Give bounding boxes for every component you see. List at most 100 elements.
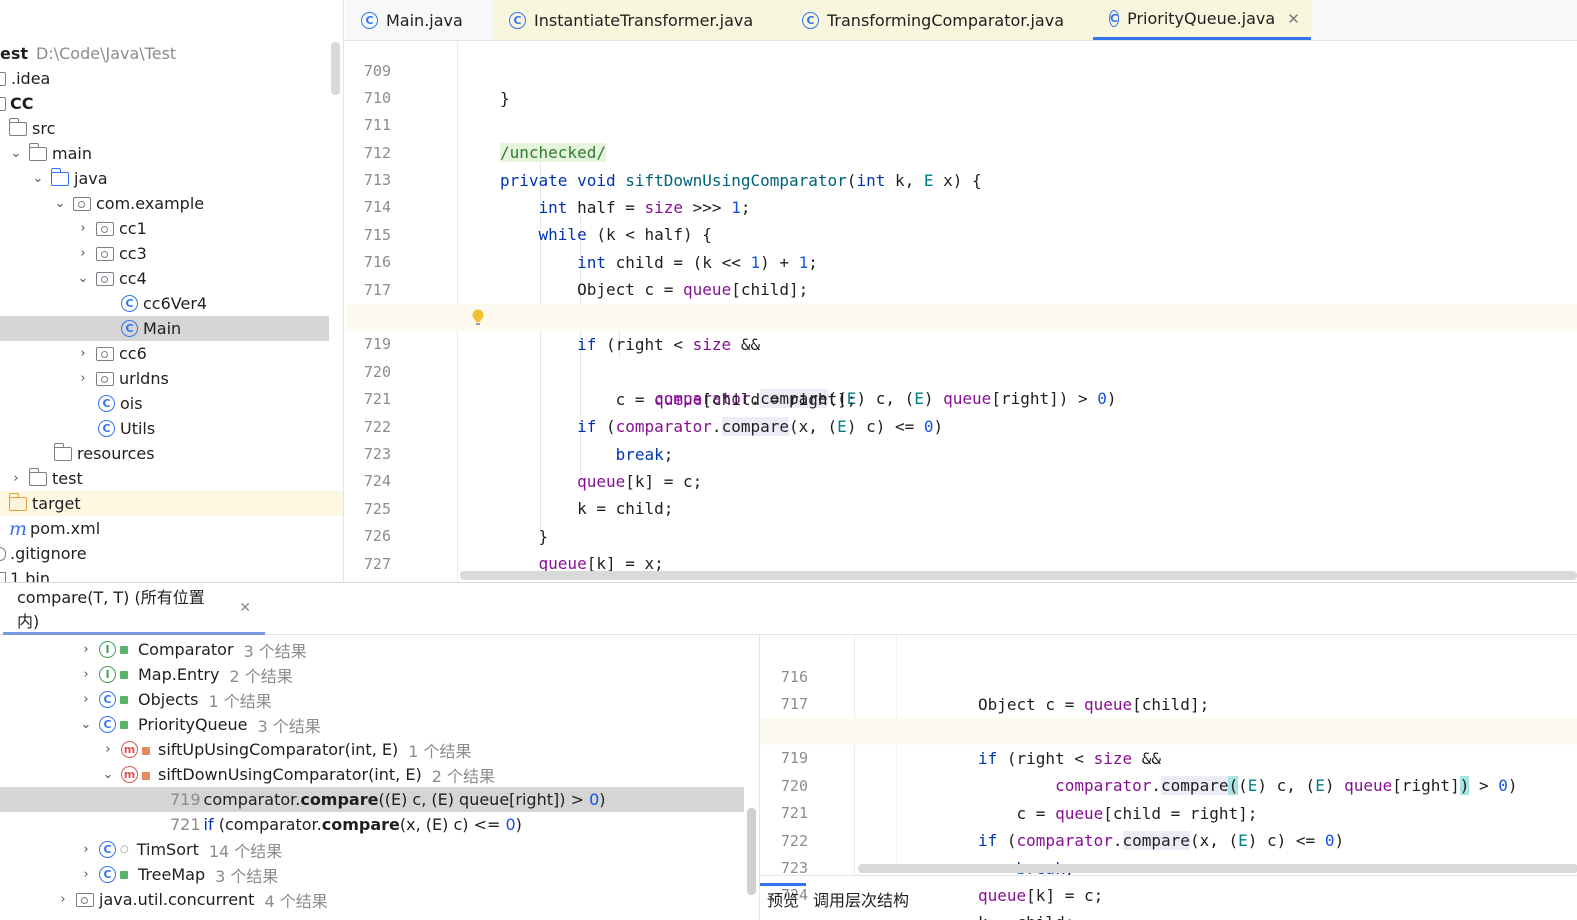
result-node-map-entry[interactable]: › I Map.Entry 2 个结果	[0, 662, 758, 687]
public-icon	[120, 645, 128, 654]
tab-label: InstantiateTransformer.java	[534, 10, 754, 30]
result-label: siftDownUsingComparator(int, E)	[158, 765, 422, 784]
result-node-timsort[interactable]: › C ○ TimSort 14 个结果	[0, 837, 758, 862]
tree-item-gitignore[interactable]: .gitignore	[0, 541, 343, 566]
chevron-right-icon[interactable]: ›	[79, 867, 93, 882]
tree-item-cc6[interactable]: › cc6	[0, 341, 343, 366]
result-node-objects[interactable]: › C Objects 1 个结果	[0, 687, 758, 712]
tree-item-root[interactable]: est D:\Code\Java\Test	[0, 41, 343, 66]
resources-folder-icon	[53, 442, 72, 461]
class-icon: C	[99, 841, 116, 858]
tree-item-label: cc6Ver4	[143, 294, 208, 313]
tab-call-hierarchy[interactable]: 调用层次结构	[806, 887, 916, 911]
result-node-priority-queue[interactable]: ⌄ C PriorityQueue 3 个结果	[0, 712, 758, 737]
tree-item-cc6ver4[interactable]: C cc6Ver4	[0, 291, 343, 316]
chevron-down-icon[interactable]: ⌄	[53, 196, 67, 211]
tab-instantiate-transformer[interactable]: C InstantiateTransformer.java	[493, 0, 791, 40]
class-icon: C	[802, 11, 819, 29]
tree-item-label: Utils	[120, 419, 156, 438]
preview-horizontal-scrollbar[interactable]	[858, 864, 1577, 873]
preview-line: 717 int right = child + 1;	[760, 664, 1577, 741]
result-usage-719[interactable]: 719 comparator. compare ((E) c, (E) queue[…	[0, 787, 744, 812]
tree-item-cc1[interactable]: › cc1	[0, 216, 343, 241]
tree-item-main-class[interactable]: C Main	[0, 316, 329, 341]
tree-item-utils[interactable]: C Utils	[0, 416, 343, 441]
chevron-down-icon[interactable]: ⌄	[79, 717, 93, 732]
tree-item-resources[interactable]: resources	[0, 441, 343, 466]
tab-preview[interactable]: 预览	[760, 882, 807, 911]
code-line: 711 /unchecked/	[345, 85, 1577, 162]
result-node-siftup[interactable]: › m siftUpUsingComparator(int, E) 1 个结果	[0, 737, 758, 762]
result-usage-721[interactable]: 721 if (comparator. compare (x, (E) c) <= …	[0, 812, 758, 837]
result-node-treemap[interactable]: › C TreeMap 3 个结果	[0, 862, 758, 887]
tab-transforming-comparator[interactable]: C TransformingComparator.java	[786, 0, 1093, 40]
usage-text-match: compare	[321, 815, 400, 834]
chevron-right-icon[interactable]: ›	[76, 221, 90, 236]
result-label: TimSort	[136, 840, 199, 859]
bulb-icon[interactable]	[471, 309, 485, 326]
result-node-comparator[interactable]: › I Comparator 3 个结果	[0, 637, 758, 662]
code-line: 715 int child = (k << 1) + 1;	[345, 195, 1577, 272]
tree-item-main[interactable]: ⌄ main	[0, 141, 343, 166]
tab-priority-queue[interactable]: C PriorityQueue.java ✕	[1093, 0, 1311, 40]
tree-item-urldns[interactable]: › urldns	[0, 366, 343, 391]
tree-item-pom[interactable]: m pom.xml	[0, 516, 343, 541]
tree-item-ois[interactable]: C ois	[0, 391, 343, 416]
result-node-java-util-concurrent[interactable]: › java.util.concurrent 4 个结果	[0, 887, 758, 912]
tree-item-cc[interactable]: CC	[0, 91, 343, 116]
find-header: compare(T, T) (所有位置 内) ✕	[0, 583, 1577, 635]
code-line: 723 queue[k] = c;	[345, 414, 1577, 491]
preview-line-current: 719 comparator.compare((E) c, (E) queue[…	[760, 718, 1577, 795]
code-editor[interactable]: 709 } 710 711 /unchecked/ 712 private vo…	[345, 41, 1577, 582]
tree-item-com-example[interactable]: ⌄ com.example	[0, 191, 343, 216]
tree-item-test[interactable]: › test	[0, 466, 343, 491]
tree-item-cc3[interactable]: › cc3	[0, 241, 343, 266]
tree-item-label: cc3	[119, 244, 147, 263]
chevron-right-icon[interactable]: ›	[79, 842, 93, 857]
close-icon[interactable]: ✕	[1287, 10, 1300, 28]
chevron-right-icon[interactable]: ›	[76, 371, 90, 386]
tab-label: TransformingComparator.java	[827, 10, 1064, 30]
folder-icon	[8, 117, 27, 136]
chevron-down-icon[interactable]: ⌄	[76, 271, 90, 286]
package-icon	[73, 196, 91, 211]
chevron-right-icon[interactable]: ›	[76, 346, 90, 361]
tree-item-cc4[interactable]: ⌄ cc4	[0, 266, 343, 291]
result-label: Objects	[138, 690, 199, 709]
chevron-down-icon[interactable]: ⌄	[9, 146, 23, 161]
tab-main-java[interactable]: C Main.java	[345, 0, 493, 40]
interface-icon: I	[99, 666, 116, 683]
result-node-siftdown[interactable]: ⌄ m siftDownUsingComparator(int, E) 2 个结…	[0, 762, 758, 787]
chevron-right-icon[interactable]: ›	[9, 471, 23, 486]
editor-horizontal-scrollbar[interactable]	[460, 571, 1577, 580]
tree-item-bin[interactable]: 1.bin	[0, 566, 343, 582]
chevron-down-icon[interactable]: ⌄	[101, 767, 115, 782]
tree-item-label: .gitignore	[10, 544, 87, 563]
folder-icon	[28, 467, 47, 486]
close-icon[interactable]: ✕	[239, 600, 251, 616]
chevron-right-icon[interactable]: ›	[76, 246, 90, 261]
package-private-icon: ○	[120, 844, 129, 855]
tree-item-src[interactable]: src	[0, 116, 343, 141]
preview-line: 716 Object c = queue[child];	[760, 637, 1577, 714]
result-count: 1 个结果	[408, 741, 472, 761]
results-scrollbar[interactable]	[747, 808, 756, 895]
chevron-right-icon[interactable]: ›	[79, 667, 93, 682]
module-icon	[0, 96, 6, 111]
tree-item-target[interactable]: target	[0, 491, 343, 516]
tab-find-compare[interactable]: compare(T, T) (所有位置 内) ✕	[3, 583, 265, 635]
code-line: 714 while (k < half) {	[345, 167, 1577, 244]
chevron-right-icon[interactable]: ›	[101, 742, 115, 757]
chevron-right-icon[interactable]: ›	[79, 642, 93, 657]
result-count: 2 个结果	[431, 766, 495, 786]
chevron-right-icon[interactable]: ›	[79, 692, 93, 707]
tree-item-java[interactable]: ⌄ java	[0, 166, 343, 191]
chevron-right-icon[interactable]: ›	[56, 892, 70, 907]
result-label: java.util.concurrent	[99, 890, 255, 909]
preview-pane: 716 Object c = queue[child]; 717 int rig…	[759, 635, 1577, 920]
code-line: 717 int right = child + 1;	[345, 250, 1577, 327]
class-icon: C	[98, 395, 115, 412]
chevron-down-icon[interactable]: ⌄	[31, 171, 45, 186]
project-scrollbar[interactable]	[331, 42, 340, 95]
tree-item-idea[interactable]: .idea	[0, 66, 343, 91]
